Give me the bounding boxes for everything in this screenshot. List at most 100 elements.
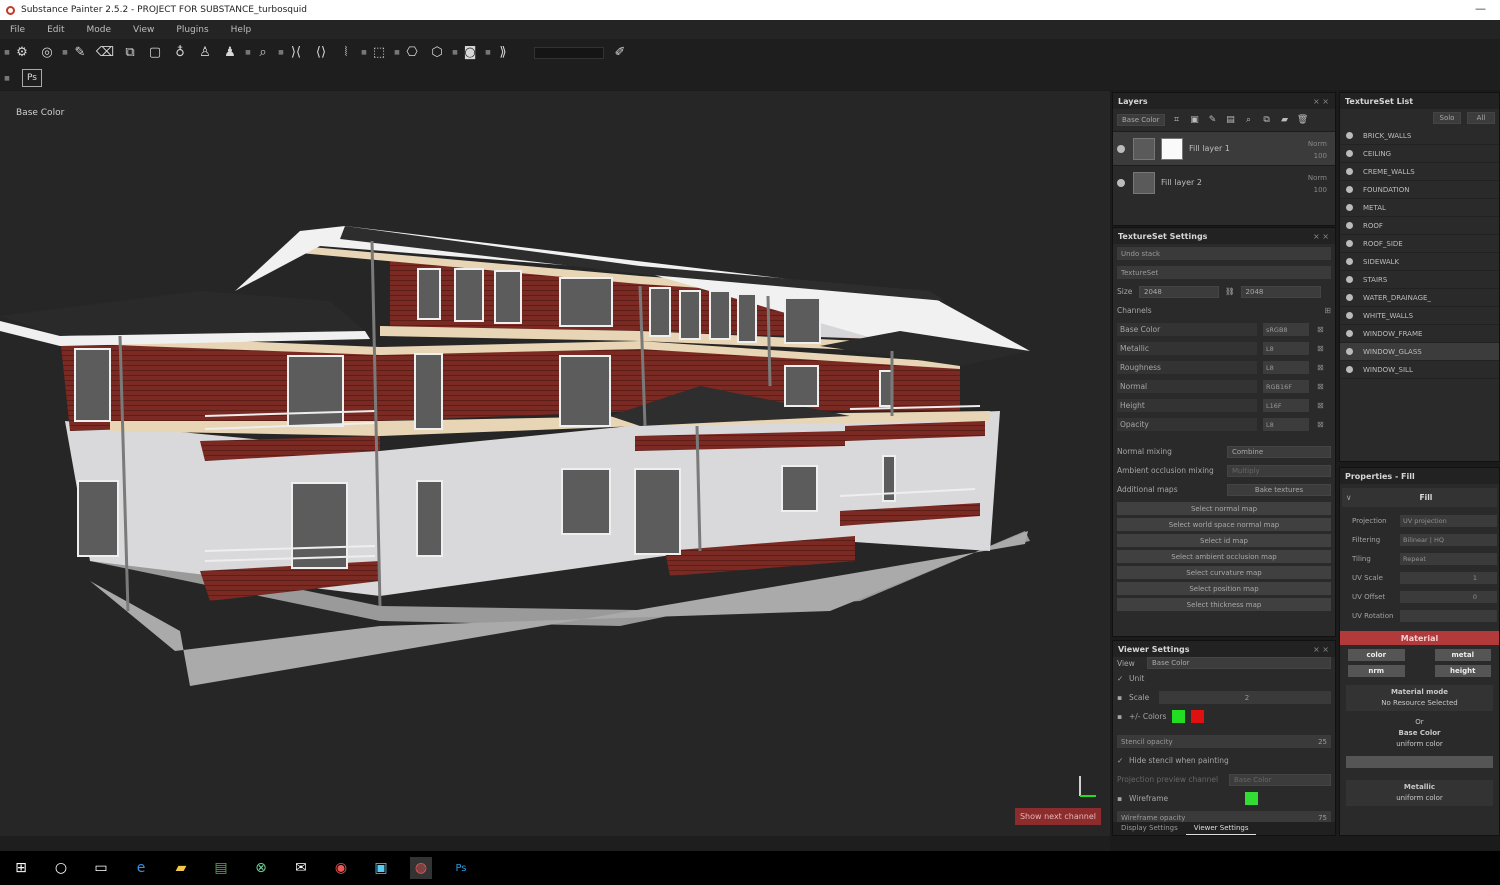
- substance-painter-icon[interactable]: ◍: [410, 857, 432, 879]
- eraser-icon[interactable]: ⌫: [95, 43, 115, 63]
- select-normal-map-button[interactable]: Select normal map: [1117, 502, 1331, 515]
- tab-viewer-settings[interactable]: Viewer Settings: [1185, 822, 1257, 835]
- size-dropdown[interactable]: 2048: [1139, 285, 1219, 298]
- unit-checkbox[interactable]: ✓: [1117, 674, 1129, 683]
- hide-stencil-checkbox[interactable]: ✓: [1117, 756, 1129, 765]
- channel-format-dropdown[interactable]: L8: [1263, 361, 1309, 374]
- uv-offset-slider[interactable]: 0: [1400, 590, 1497, 603]
- brush-size-slider[interactable]: [534, 46, 604, 59]
- brush-settings-icon[interactable]: ◎: [37, 43, 57, 63]
- textureset-item[interactable]: ROOF_SIDE: [1340, 235, 1499, 253]
- textureset-section[interactable]: TextureSet: [1117, 266, 1331, 279]
- textureset-item[interactable]: BRICK_WALLS: [1340, 127, 1499, 145]
- textureset-item[interactable]: WATER_DRAINAGE_: [1340, 289, 1499, 307]
- close-icon[interactable]: × ×: [1313, 97, 1329, 106]
- add-fill-layer-icon[interactable]: ▤: [1225, 114, 1237, 126]
- delete-icon[interactable]: 🗑: [1297, 114, 1309, 126]
- layer-row[interactable]: Fill layer 2 Norm 100: [1113, 165, 1335, 199]
- textureset-item[interactable]: FOUNDATION: [1340, 181, 1499, 199]
- file-explorer-icon[interactable]: ▰: [170, 857, 192, 879]
- photoshop-export-button[interactable]: Ps: [22, 69, 42, 87]
- visibility-eye-icon[interactable]: [1346, 132, 1353, 139]
- app-icon[interactable]: ▣: [370, 857, 392, 879]
- cube-icon[interactable]: ⬡: [427, 43, 447, 63]
- filtering-dropdown[interactable]: Bilinear | HQ: [1400, 533, 1497, 546]
- bake-textures-button[interactable]: Bake textures: [1227, 483, 1331, 496]
- edit-icon[interactable]: ✐: [610, 43, 630, 63]
- stencil-opacity-slider[interactable]: Stencil opacity 25: [1117, 735, 1331, 748]
- menu-help[interactable]: Help: [231, 25, 252, 35]
- remove-channel-icon[interactable]: ⊠: [1317, 420, 1324, 429]
- visibility-eye-icon[interactable]: [1117, 144, 1125, 153]
- clone-source-icon[interactable]: ♟: [220, 43, 240, 63]
- ao-mixing-dropdown[interactable]: Multiply: [1227, 464, 1331, 477]
- all-button[interactable]: All: [1467, 112, 1495, 124]
- textureset-item[interactable]: WINDOW_GLASS: [1340, 343, 1499, 361]
- add-effect-icon[interactable]: ▣: [1189, 114, 1201, 126]
- tiling-dropdown[interactable]: Repeat: [1400, 552, 1497, 565]
- visibility-eye-icon[interactable]: [1346, 276, 1353, 283]
- select-id-map-button[interactable]: Select id map: [1117, 534, 1331, 547]
- photoshop-icon[interactable]: Ps: [450, 857, 472, 879]
- visibility-eye-icon[interactable]: [1346, 366, 1353, 373]
- add-channel-icon[interactable]: ⊞: [1324, 306, 1331, 315]
- menu-mode[interactable]: Mode: [87, 25, 112, 35]
- camera-icon[interactable]: ⎔: [402, 43, 422, 63]
- textureset-item[interactable]: WHITE_WALLS: [1340, 307, 1499, 325]
- visibility-eye-icon[interactable]: [1346, 348, 1353, 355]
- polygon-fill-icon[interactable]: ▢: [145, 43, 165, 63]
- menu-file[interactable]: File: [10, 25, 25, 35]
- uv-scale-slider[interactable]: 1: [1400, 571, 1497, 584]
- mail-icon[interactable]: ✉: [290, 857, 312, 879]
- view-dropdown[interactable]: Base Color: [1147, 657, 1331, 669]
- channel-format-dropdown[interactable]: L8: [1263, 418, 1309, 431]
- visibility-eye-icon[interactable]: [1346, 312, 1353, 319]
- add-mask-icon[interactable]: ⌗: [1171, 114, 1183, 126]
- symmetry-icon[interactable]: ⟩⟨: [286, 43, 306, 63]
- textureset-item[interactable]: ROOF: [1340, 217, 1499, 235]
- remove-channel-icon[interactable]: ⊠: [1317, 344, 1324, 353]
- projection-icon[interactable]: ⧉: [120, 43, 140, 63]
- material-header[interactable]: Material: [1340, 631, 1499, 645]
- show-next-channel-button[interactable]: Show next channel: [1015, 808, 1101, 825]
- textureset-item[interactable]: WINDOW_FRAME: [1340, 325, 1499, 343]
- screenshot-icon[interactable]: ◙: [460, 43, 480, 63]
- height-toggle[interactable]: height: [1434, 665, 1491, 677]
- colors-checkbox[interactable]: ▪: [1117, 712, 1129, 721]
- base-color-swatch[interactable]: [1346, 756, 1493, 768]
- select-position-map-button[interactable]: Select position map: [1117, 582, 1331, 595]
- material-mode-section[interactable]: Material mode No Resource Selected: [1346, 685, 1493, 711]
- chevron-down-icon[interactable]: ∨: [1346, 493, 1420, 502]
- visibility-eye-icon[interactable]: [1346, 186, 1353, 193]
- store-icon[interactable]: ▤: [210, 857, 232, 879]
- wireframe-color-swatch[interactable]: [1245, 792, 1258, 805]
- edge-icon[interactable]: e: [130, 857, 152, 879]
- brace-icon[interactable]: ⟫: [493, 43, 513, 63]
- channel-format-dropdown[interactable]: L8: [1263, 342, 1309, 355]
- close-icon[interactable]: × ×: [1313, 645, 1329, 654]
- smudge-icon[interactable]: ♁: [170, 43, 190, 63]
- close-icon[interactable]: × ×: [1313, 232, 1329, 241]
- visibility-eye-icon[interactable]: [1346, 294, 1353, 301]
- scale-checkbox[interactable]: ▪: [1117, 693, 1129, 702]
- material-picker-icon[interactable]: ⌕: [253, 43, 273, 63]
- textureset-item[interactable]: SIDEWALK: [1340, 253, 1499, 271]
- xbox-icon[interactable]: ⊗: [250, 857, 272, 879]
- uv-rotation-slider[interactable]: [1400, 609, 1497, 622]
- negative-color-swatch[interactable]: [1191, 710, 1205, 723]
- textureset-item[interactable]: WINDOW_SILL: [1340, 361, 1499, 379]
- task-view-icon[interactable]: ▭: [90, 857, 112, 879]
- textureset-item[interactable]: STAIRS: [1340, 271, 1499, 289]
- color-toggle[interactable]: color: [1348, 649, 1405, 661]
- paint-brush-icon[interactable]: ✎: [70, 43, 90, 63]
- windows-start-icon[interactable]: ⊞: [10, 857, 32, 879]
- positive-color-swatch[interactable]: [1172, 710, 1186, 723]
- textureset-item[interactable]: CREME_WALLS: [1340, 163, 1499, 181]
- projection-channel-dropdown[interactable]: Base Color: [1229, 773, 1331, 786]
- bake-icon[interactable]: ⬚: [369, 43, 389, 63]
- layer-row[interactable]: Fill layer 1 Norm 100: [1113, 131, 1335, 165]
- base-color-section[interactable]: Or Base Color uniform color: [1346, 715, 1493, 752]
- tab-display-settings[interactable]: Display Settings: [1113, 822, 1186, 835]
- wireframe-checkbox[interactable]: ▪: [1117, 794, 1129, 803]
- scale-slider[interactable]: 2: [1159, 691, 1331, 704]
